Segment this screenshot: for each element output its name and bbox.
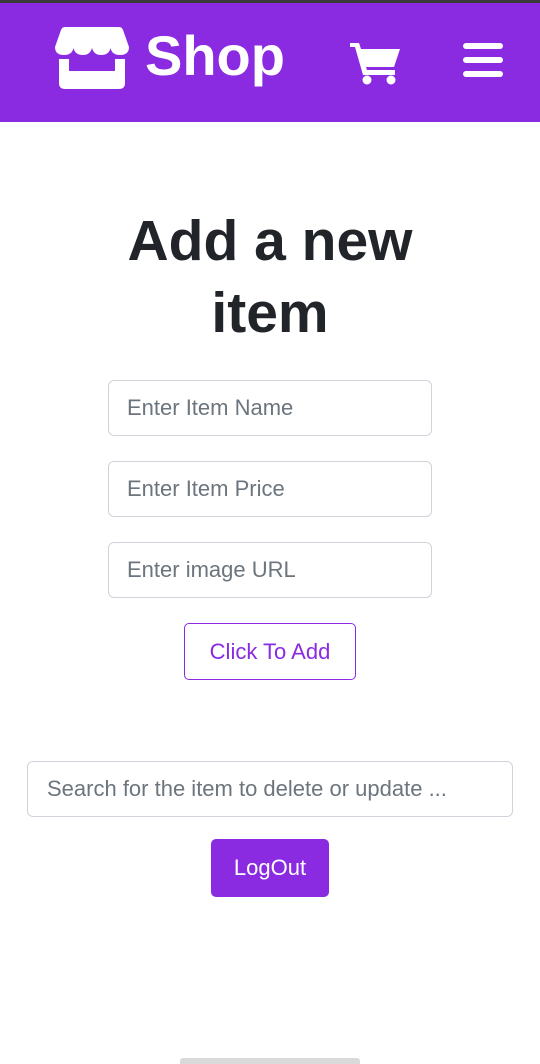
navbar: Shop xyxy=(0,3,540,122)
brand-name: Shop xyxy=(145,24,285,87)
page-title: Add a new item xyxy=(127,209,413,345)
logout-button[interactable]: LogOut xyxy=(211,839,329,897)
brand-link[interactable]: Shop xyxy=(55,23,285,93)
search-input[interactable] xyxy=(27,761,513,817)
image-url-input[interactable] xyxy=(108,542,432,598)
home-indicator xyxy=(180,1058,360,1064)
add-item-button[interactable]: Click To Add xyxy=(184,623,356,680)
hamburger-menu-icon[interactable] xyxy=(463,43,503,77)
store-icon xyxy=(55,27,129,89)
shopping-cart-icon[interactable] xyxy=(348,39,402,85)
item-price-input[interactable] xyxy=(108,461,432,517)
item-name-input[interactable] xyxy=(108,380,432,436)
